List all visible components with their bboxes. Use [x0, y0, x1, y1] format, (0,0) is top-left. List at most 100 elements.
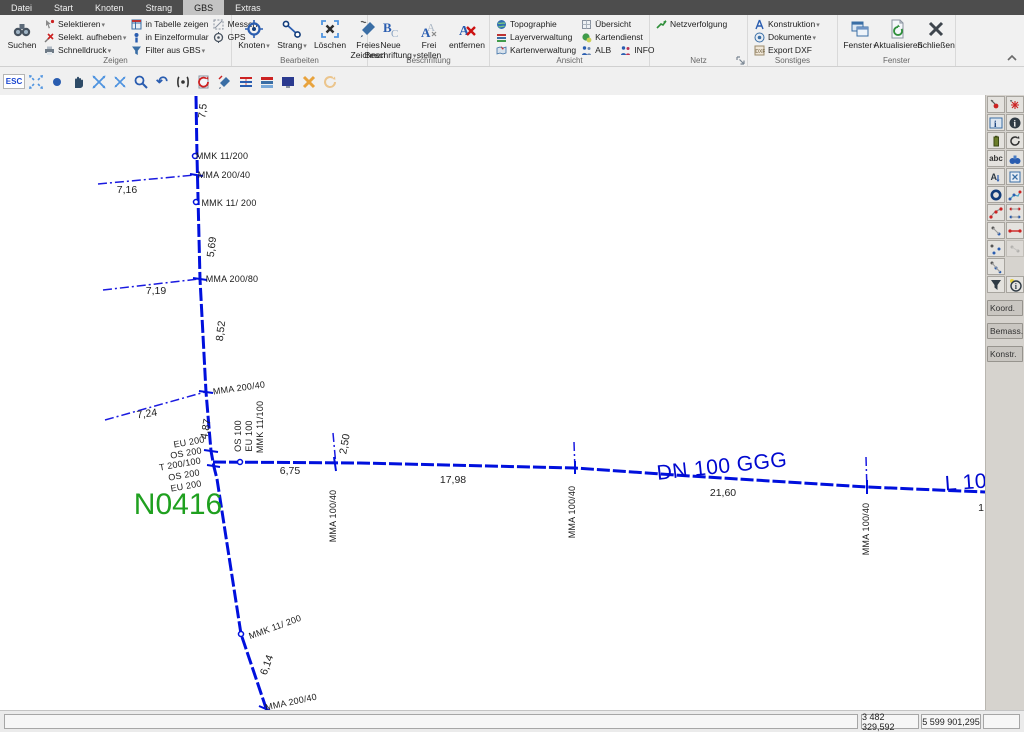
- loeschen-button[interactable]: Löschen: [311, 17, 349, 52]
- schnelldruck-button[interactable]: Schnelldruck: [43, 44, 126, 56]
- alb-button[interactable]: ALB: [580, 44, 611, 56]
- node-pair-button[interactable]: [987, 222, 1005, 239]
- zoom-lens-button[interactable]: [131, 72, 151, 91]
- zoom-window-button[interactable]: [89, 72, 109, 91]
- in-tabelle-zeigen-label: in Tabelle zeigen: [145, 19, 208, 29]
- abc-label-button[interactable]: abc: [987, 150, 1005, 167]
- font-move-button[interactable]: A: [987, 168, 1005, 185]
- tab-datei[interactable]: Datei: [0, 0, 43, 15]
- canvas-label: 7,16: [117, 184, 137, 196]
- kartendienst-label: Kartendienst: [595, 32, 643, 42]
- selektieren-button[interactable]: Selektieren: [43, 18, 126, 30]
- bemass-button[interactable]: Bemass.: [987, 323, 1023, 339]
- screen-button[interactable]: [278, 72, 298, 91]
- tab-extras[interactable]: Extras: [224, 0, 272, 15]
- canvas-label: 21,60: [710, 487, 736, 499]
- group-caption-fenster: Fenster: [838, 56, 955, 65]
- map-flag-icon: [495, 44, 507, 56]
- pipe-main-horizontal: [213, 462, 985, 492]
- uebersicht-button[interactable]: Übersicht: [580, 18, 654, 30]
- pan-button[interactable]: [68, 72, 88, 91]
- strang-button[interactable]: Strang: [273, 17, 311, 52]
- segment-nodes-button[interactable]: [1006, 222, 1024, 239]
- export-dxf-button[interactable]: DXFExport DXF: [753, 44, 820, 56]
- hand-icon: [70, 74, 86, 90]
- filter-aus-gbs-button[interactable]: Filter aus GBS: [130, 44, 208, 56]
- tab-start[interactable]: Start: [43, 0, 84, 15]
- layerverwaltung-button[interactable]: Layerverwaltung: [495, 31, 576, 43]
- search-small-button[interactable]: [1006, 150, 1024, 167]
- rotate-node-button[interactable]: [1006, 132, 1024, 149]
- cross-arrows-icon: [91, 74, 107, 90]
- konstruktion-label: Konstruktion: [768, 19, 820, 29]
- layer-bar-button[interactable]: [257, 72, 277, 91]
- tab-strang[interactable]: Strang: [135, 0, 184, 15]
- undo-button[interactable]: ↶: [152, 72, 172, 91]
- entfernen-button[interactable]: A entfernen: [448, 17, 486, 52]
- reload-button[interactable]: [320, 72, 340, 91]
- canvas-label: MMA 200/40: [198, 170, 251, 180]
- konstr-button[interactable]: Konstr.: [987, 346, 1023, 362]
- tab-gbs[interactable]: GBS: [183, 0, 224, 15]
- in-einzelformular-button[interactable]: in Einzelformular: [130, 31, 208, 43]
- netzverfolgung-label: Netzverfolgung: [670, 19, 727, 29]
- nodes-grid-button[interactable]: [1006, 204, 1024, 221]
- panel-filter-button[interactable]: [987, 276, 1005, 293]
- polyline-trace-button[interactable]: [1006, 186, 1024, 203]
- in-tabelle-zeigen-button[interactable]: in Tabelle zeigen: [130, 18, 208, 30]
- rotate-view-button[interactable]: [173, 72, 193, 91]
- network-trace-icon: [655, 18, 667, 30]
- canvas-label: 7,5: [196, 103, 210, 119]
- nodes-faded-button[interactable]: [1006, 240, 1024, 257]
- netzverfolgung-button[interactable]: Netzverfolgung: [655, 18, 727, 30]
- konstruktion-button[interactable]: Konstruktion: [753, 18, 820, 30]
- info-table-button[interactable]: i: [987, 114, 1005, 131]
- panel-info-button[interactable]: i: [1006, 276, 1024, 293]
- canvas-label: N0416: [134, 488, 222, 522]
- nodes-tri-button[interactable]: [987, 240, 1005, 257]
- map-canvas[interactable]: 7,5MMK 11/200MMA 200/40MMK 11/ 2007,165,…: [0, 95, 985, 710]
- koord-button[interactable]: Koord.: [987, 300, 1023, 316]
- delete-selection-icon: [319, 18, 341, 40]
- remove-label-icon: A: [456, 18, 478, 40]
- curve-nodes-button[interactable]: [987, 204, 1005, 221]
- info-circle-button[interactable]: i: [1006, 114, 1024, 131]
- zoom-fit-button[interactable]: [26, 72, 46, 91]
- ribbon-group-sonstiges: Konstruktion Dokumente DXFExport DXF Son…: [748, 15, 838, 66]
- battery-button[interactable]: [987, 132, 1005, 149]
- selekt-aufheben-button[interactable]: Selekt. aufheben: [43, 31, 126, 43]
- frei-stellen-button[interactable]: AA Frei stellen: [410, 17, 448, 62]
- canvas-label: 8,52: [214, 320, 228, 342]
- documents-icon: [753, 31, 765, 43]
- kartendienst-button[interactable]: Kartendienst: [580, 31, 654, 43]
- form-icon: [130, 31, 142, 43]
- esc-button[interactable]: ESC: [3, 74, 25, 89]
- ribbon-group-zeigen: Suchen Selektieren Selekt. aufheben Schn…: [0, 15, 232, 66]
- topographie-button[interactable]: Topographie: [495, 18, 576, 30]
- center-point-button[interactable]: [47, 72, 67, 91]
- zoom-previous-button[interactable]: [110, 72, 130, 91]
- collapse-ribbon-icon[interactable]: [1006, 53, 1018, 63]
- suchen-button[interactable]: Suchen: [3, 17, 41, 52]
- ruler-icon: [213, 18, 225, 30]
- label-letters-icon: BC: [380, 18, 402, 40]
- layerverwaltung-label: Layerverwaltung: [510, 32, 572, 42]
- aktualisieren-button[interactable]: Aktualisieren: [879, 17, 917, 52]
- redline-button[interactable]: [194, 72, 214, 91]
- filter-aus-gbs-label: Filter aus GBS: [145, 45, 205, 55]
- tab-knoten[interactable]: Knoten: [84, 0, 135, 15]
- cancel-tool-button[interactable]: [299, 72, 319, 91]
- kartenverwaltung-button[interactable]: Kartenverwaltung: [495, 44, 576, 56]
- node-snap-button[interactable]: [1006, 96, 1024, 113]
- node-chain-button[interactable]: [987, 258, 1005, 275]
- selektieren-label: Selektieren: [58, 19, 105, 29]
- schliessen-button[interactable]: Schließen: [917, 17, 955, 52]
- node-move-button[interactable]: [987, 96, 1005, 113]
- sketch-button[interactable]: [215, 72, 235, 91]
- bbox-toggle-button[interactable]: [1006, 168, 1024, 185]
- dokumente-button[interactable]: Dokumente: [753, 31, 820, 43]
- knoten-button[interactable]: Knoten: [235, 17, 273, 52]
- ring-select-button[interactable]: [987, 186, 1005, 203]
- redline-icon: [196, 74, 212, 90]
- profile-view-button[interactable]: [236, 72, 256, 91]
